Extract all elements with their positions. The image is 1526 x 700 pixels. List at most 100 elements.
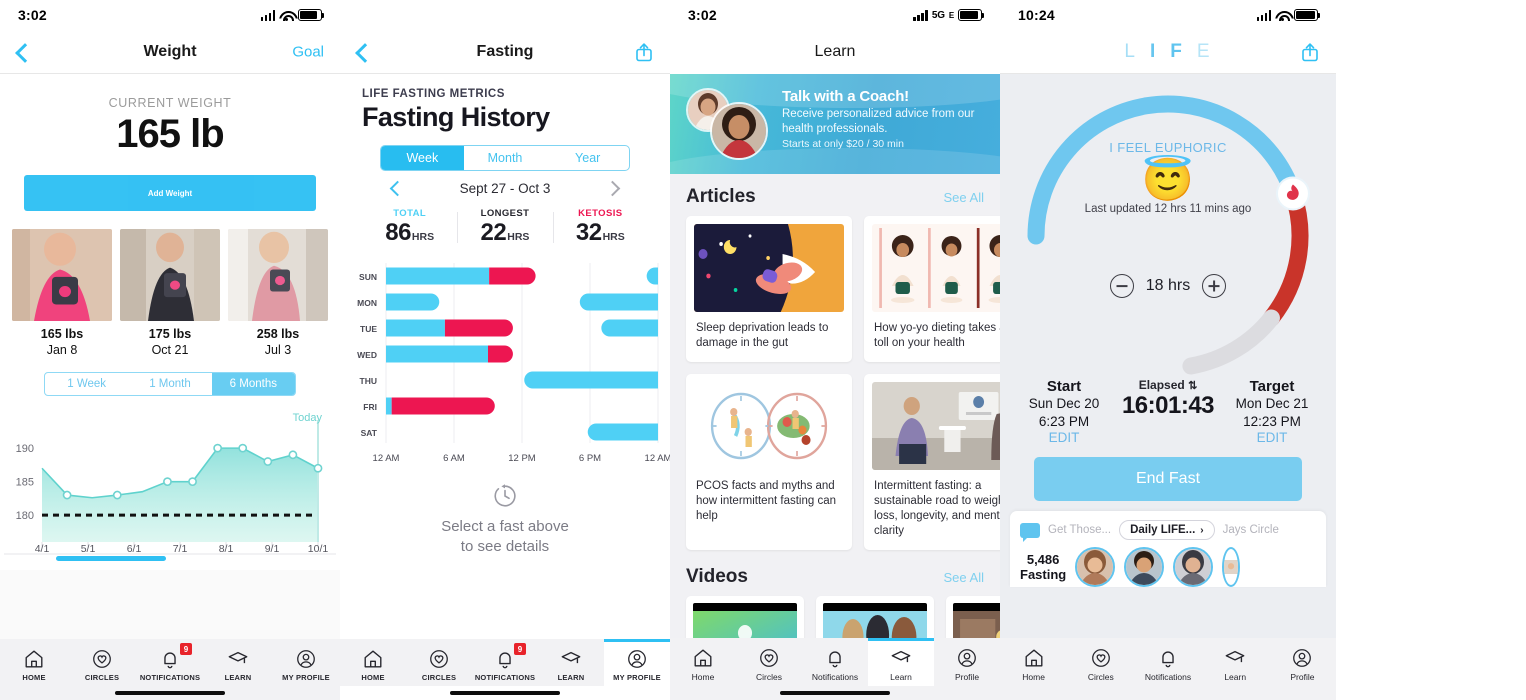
home-icon xyxy=(340,646,406,672)
member-avatar[interactable] xyxy=(1173,547,1214,588)
start-column: Start Sun Dec 20 6:23 PM EDIT xyxy=(1014,378,1114,445)
tab-learn[interactable]: LEARN xyxy=(204,639,272,686)
life-logo: L I F E xyxy=(1124,41,1211,63)
previous-week-icon[interactable] xyxy=(389,180,406,197)
article-thumbnail xyxy=(872,224,1000,312)
svg-text:7/1: 7/1 xyxy=(173,543,188,555)
start-edit-button[interactable]: EDIT xyxy=(1014,430,1114,445)
tab-home[interactable]: Home xyxy=(1000,638,1067,686)
article-caption: PCOS facts and myths and how intermitten… xyxy=(696,479,836,523)
videos-see-all-link[interactable]: See All xyxy=(944,570,984,585)
tab-learn[interactable]: Learn xyxy=(868,638,934,686)
tab-home[interactable]: HOME xyxy=(340,639,406,686)
photo-card[interactable]: 175 lbs Oct 21 xyxy=(120,229,220,358)
tab-label: NOTIFICATIONS xyxy=(474,673,536,682)
photo-card[interactable]: 258 lbs Jul 3 xyxy=(228,229,328,358)
range-option-6-months[interactable]: 6 Months xyxy=(211,373,295,396)
article-thumbnail xyxy=(694,381,844,470)
range-option-1-month[interactable]: 1 Month xyxy=(128,373,211,395)
bell-icon xyxy=(1134,645,1201,671)
tab-learn[interactable]: Learn xyxy=(1202,638,1269,686)
tab-circles[interactable]: CIRCLES xyxy=(406,639,472,686)
week-range-label: Sept 27 - Oct 3 xyxy=(459,181,551,196)
stat-value: 22 xyxy=(480,219,507,246)
tab-learn[interactable]: LEARN xyxy=(538,639,604,686)
tab-notifications[interactable]: 9 NOTIFICATIONS xyxy=(472,639,538,686)
svg-text:SAT: SAT xyxy=(361,428,378,438)
minus-icon[interactable] xyxy=(1109,274,1134,298)
target-label: Target xyxy=(1249,378,1295,395)
screenshot-root: 3:02 Weight Goal CURRENT WEIGHT 165 lb A… xyxy=(0,0,1526,700)
range-option-1-week[interactable]: 1 Week xyxy=(45,373,128,395)
period-option-month[interactable]: Month xyxy=(464,146,547,170)
plus-icon[interactable] xyxy=(1202,274,1227,298)
start-label: Start xyxy=(1046,378,1082,395)
svg-text:6 AM: 6 AM xyxy=(443,453,465,464)
graduation-cap-icon xyxy=(1202,645,1269,671)
weight-line-chart[interactable]: Today 180 185 190 4/1 5/1 6/1 7/1 8/1 9/1 10/1 xyxy=(0,410,340,570)
tab-notifications[interactable]: 9 NOTIFICATIONS xyxy=(136,639,204,686)
fasting-progress-ring[interactable]: I FEEL EUPHORIC 😇 Last updated 12 hrs 11… xyxy=(1000,78,1336,378)
articles-row-1: Sleep deprivation leads to damage in the… xyxy=(670,216,1000,362)
tab-label: Learn xyxy=(1224,672,1247,682)
chat-bubble-icon xyxy=(1020,522,1040,542)
tab-home[interactable]: HOME xyxy=(0,639,68,686)
member-avatar[interactable] xyxy=(1124,547,1165,588)
elapsed-column: Elapsed ⇅ 16:01:43 xyxy=(1118,378,1218,420)
sort-arrows-icon[interactable]: ⇅ xyxy=(1188,380,1197,392)
target-edit-button[interactable]: EDIT xyxy=(1222,430,1322,445)
tab-circles[interactable]: CIRCLES xyxy=(68,639,136,686)
period-option-year[interactable]: Year xyxy=(546,146,629,170)
add-weight-button[interactable]: Add Weight xyxy=(24,175,316,211)
weekly-fasting-chart[interactable]: SUN MON TUE WED THU FRI SAT 12 AM 6 AM 12 PM 6 PM 1… xyxy=(340,257,670,467)
share-icon[interactable] xyxy=(636,42,652,61)
member-avatar[interactable] xyxy=(1222,547,1241,588)
next-week-icon[interactable] xyxy=(604,180,621,197)
photo-card[interactable]: 165 lbs Jan 8 xyxy=(12,229,112,358)
article-card[interactable]: Sleep deprivation leads to damage in the… xyxy=(686,216,852,362)
tab-profile[interactable]: Profile xyxy=(1269,638,1336,686)
article-card[interactable]: How yo-yo dieting takes a toll on your h… xyxy=(864,216,1000,362)
stat-label: KETOSIS xyxy=(578,208,623,219)
tab-notifications[interactable]: Notifications xyxy=(1134,638,1201,686)
photo-weight: 175 lbs xyxy=(148,327,192,341)
bottom-tab-bar[interactable]: Home Circles Notifications Learn Profile xyxy=(670,638,1000,686)
person-circle-icon xyxy=(604,646,670,672)
stat-value: 86 xyxy=(385,219,411,246)
goal-duration-stepper[interactable]: 18 hrs xyxy=(1000,274,1336,298)
tab-home[interactable]: Home xyxy=(670,638,736,686)
articles-see-all-link[interactable]: See All xyxy=(944,190,984,205)
tab-notifications[interactable]: Notifications xyxy=(802,638,868,686)
fasting-count-label: Fasting xyxy=(1020,567,1067,583)
bottom-tab-bar[interactable]: Home Circles Notifications Learn Profile xyxy=(1000,638,1336,686)
back-chevron-icon[interactable] xyxy=(14,44,30,60)
tab-profile[interactable]: Profile xyxy=(934,638,1000,686)
fasting-stats: TOTAL 86HRS LONGEST 22HRS KETOSIS 32HRS xyxy=(362,208,648,247)
article-card[interactable]: PCOS facts and myths and how intermitten… xyxy=(686,373,852,550)
period-option-week[interactable]: Week xyxy=(381,146,464,170)
tab-my-profile[interactable]: MY PROFILE xyxy=(272,639,340,686)
bottom-tab-bar[interactable]: HOME CIRCLES 9 NOTIFICATIONS LEARN MY PROFILE xyxy=(340,639,670,686)
article-card[interactable]: Intermittent fasting: a sustainable road… xyxy=(864,373,1000,550)
tab-circles[interactable]: Circles xyxy=(736,638,802,686)
period-segmented-control[interactable]: Week Month Year xyxy=(380,145,630,171)
back-chevron-icon[interactable] xyxy=(354,44,370,60)
goal-button[interactable]: Goal xyxy=(292,43,324,60)
tab-circles[interactable]: Circles xyxy=(1067,638,1134,686)
member-avatar[interactable] xyxy=(1075,547,1116,588)
heart-circle-icon xyxy=(1067,645,1134,671)
daily-life-pill[interactable]: Daily LIFE... › xyxy=(1119,520,1215,541)
bottom-tab-bar[interactable]: HOME CIRCLES 9 NOTIFICATIONS LEARN MY PROFILE xyxy=(0,639,340,686)
range-segmented-control[interactable]: 1 Week 1 Month 6 Months xyxy=(44,372,296,397)
status-bar: 10:24 xyxy=(1000,0,1336,30)
videos-section-header: Videos See All xyxy=(670,550,1000,596)
target-date: Mon Dec 21 xyxy=(1235,396,1309,411)
coach-avatar xyxy=(710,102,768,160)
end-fast-button[interactable]: End Fast xyxy=(1034,457,1302,502)
coach-banner[interactable]: Talk with a Coach! Receive personalized … xyxy=(670,74,1000,174)
fasting-count: 5,486 Fasting xyxy=(1020,552,1066,583)
circle-right-title[interactable]: Jays Circle xyxy=(1223,524,1279,536)
circle-left-title[interactable]: Get Those... xyxy=(1048,524,1111,536)
tab-my-profile[interactable]: MY PROFILE xyxy=(604,639,670,686)
share-icon[interactable] xyxy=(1302,42,1318,61)
